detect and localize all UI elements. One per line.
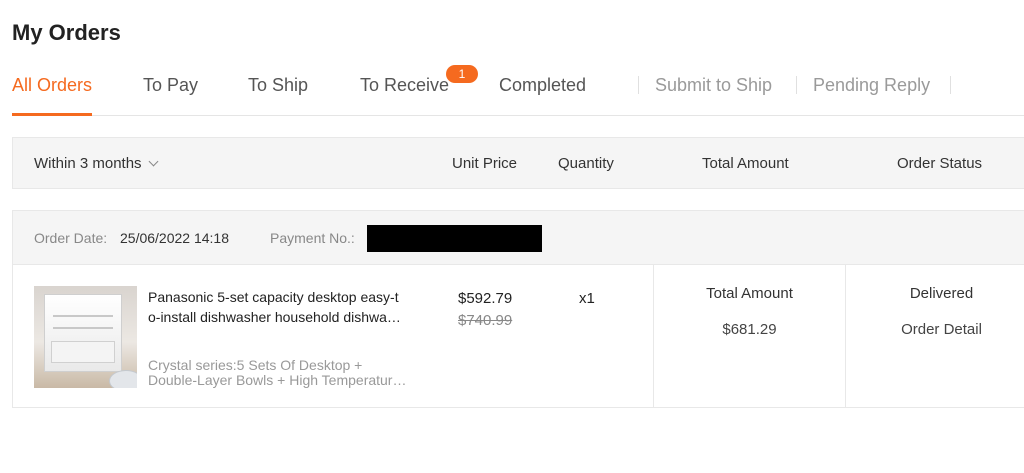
tab-to-pay[interactable]: To Pay <box>143 75 198 96</box>
dishwasher-body <box>44 294 122 372</box>
tab-all-orders[interactable]: All Orders <box>12 75 92 96</box>
tab-completed[interactable]: Completed <box>499 75 586 96</box>
dishwasher-image[interactable] <box>34 286 137 388</box>
order-detail-link[interactable]: Order Detail <box>846 321 1024 338</box>
order-status-value: Delivered <box>909 285 974 302</box>
header-unit-price: Unit Price <box>452 155 518 172</box>
header-quantity: Quantity <box>558 155 614 172</box>
tab-submit-to-ship[interactable]: Submit to Ship <box>655 75 772 96</box>
time-range-filter-label: Within 3 months <box>34 155 142 172</box>
tab-to-ship[interactable]: To Ship <box>248 75 308 96</box>
unit-price: $592.79 <box>458 290 513 307</box>
header-order-status: Order Status <box>897 155 983 172</box>
time-range-filter[interactable]: Within 3 months <box>34 155 158 172</box>
tab-separator <box>950 76 951 94</box>
active-tab-indicator <box>12 113 92 116</box>
total-amount-value: $681.29 <box>722 321 777 338</box>
to-receive-count-badge: 1 <box>446 65 478 83</box>
header-total-amount: Total Amount <box>702 155 789 172</box>
product-spec: Crystal series:5 Sets Of Desktop + Doubl… <box>148 358 433 388</box>
order-card: Order Date: 25/06/2022 14:18 Payment No.… <box>12 210 1024 408</box>
order-date-value: 25/06/2022 14:18 <box>120 230 229 246</box>
product-spec-line: Crystal series:5 Sets Of Desktop + <box>148 358 363 373</box>
product-title-line: Panasonic 5-set capacity desktop easy-t <box>148 289 399 305</box>
product-title-line: o-install dishwasher household dishwa… <box>148 309 401 325</box>
dishwasher-rack-line <box>53 327 113 329</box>
orders-table-header: Within 3 months Unit Price Quantity Tota… <box>12 137 1024 189</box>
tab-to-receive[interactable]: To Receive <box>360 75 449 96</box>
original-price: $740.99 <box>458 312 513 329</box>
tab-pending-reply[interactable]: Pending Reply <box>813 75 930 96</box>
tab-separator <box>796 76 797 94</box>
payment-no-redacted <box>367 225 542 252</box>
order-date-label: Order Date: <box>34 230 108 246</box>
page-title: My Orders <box>12 20 121 45</box>
quantity-value: x1 <box>579 290 595 307</box>
bowl-shape <box>109 370 137 388</box>
chevron-down-icon <box>148 156 158 167</box>
order-meta-bar: Order Date: 25/06/2022 14:18 Payment No.… <box>13 211 1024 265</box>
dishwasher-rack-line <box>53 315 113 317</box>
payment-no-label: Payment No.: <box>270 230 355 246</box>
product-title[interactable]: Panasonic 5-set capacity desktop easy-t … <box>148 287 433 327</box>
dishwasher-door-panel <box>51 341 115 363</box>
order-tabs: All Orders To Pay To Ship To Receive 1 C… <box>12 65 1024 116</box>
total-amount-label: Total Amount <box>706 285 793 302</box>
product-spec-line: Double-Layer Bowls + High Temperatur… <box>148 373 407 388</box>
tab-separator <box>638 76 639 94</box>
